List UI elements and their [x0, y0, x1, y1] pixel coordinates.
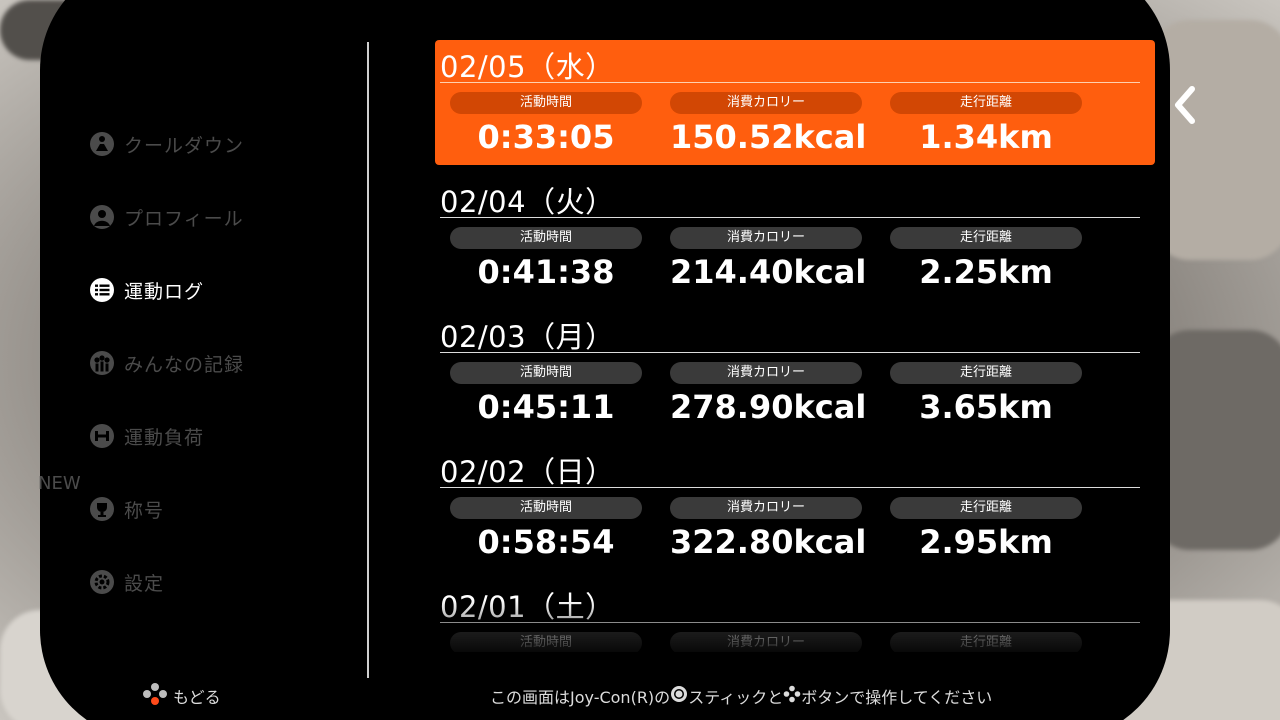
stat-value: 2.95km [919, 523, 1053, 561]
stat-value: 1.34km [919, 118, 1053, 156]
stat-label: 消費カロリー [670, 362, 862, 384]
sidebar-item-everyone-records[interactable]: みんなの記録 [88, 348, 244, 378]
sidebar-divider [367, 42, 369, 678]
stat-value: 3.65km [919, 388, 1053, 426]
stat-distance: 走行距離 2.25km [890, 227, 1082, 291]
hint-text: この画面はJoy-Con(R)の [490, 688, 671, 707]
stat-value: 322.80kcal [670, 523, 867, 561]
sidebar-item-label: みんなの記録 [124, 353, 245, 376]
stat-distance: 走行距離 2.95km [890, 497, 1082, 561]
sidebar-item-label: 運動負荷 [124, 426, 205, 449]
hint-text: スティックと [688, 688, 784, 707]
date-underline [440, 487, 1140, 488]
new-badge: NEW [38, 473, 81, 494]
sidebar-item-label: 称号 [124, 499, 165, 522]
stat-label: 活動時間 [450, 362, 642, 384]
stat-label: 活動時間 [450, 92, 642, 114]
buttons-icon [783, 685, 801, 707]
log-entry[interactable]: 02/03（月） 活動時間 0:45:11 消費カロリー 278.90kcal … [435, 310, 1155, 435]
sidebar-item-exercise-log[interactable]: 運動ログ [88, 275, 204, 305]
stat-active-time: 活動時間 0:33:05 [450, 92, 642, 156]
sidebar-item-label: クールダウン [124, 134, 245, 157]
group-icon [88, 349, 116, 377]
profile-icon [88, 203, 116, 231]
stat-label: 消費カロリー [670, 497, 862, 519]
stat-label: 活動時間 [450, 227, 642, 249]
controls-hint: この画面はJoy-Con(R)の スティックと ボタンで操作してください [490, 684, 992, 708]
list-fade-overlay [435, 600, 1155, 655]
cooldown-icon [88, 130, 116, 158]
trophy-icon [88, 495, 116, 523]
hint-text: ボタンで操作してください [801, 688, 993, 707]
stat-value: 278.90kcal [670, 388, 867, 426]
stat-distance: 走行距離 3.65km [890, 362, 1082, 426]
stat-value: 214.40kcal [670, 253, 867, 291]
sidebar-item-settings[interactable]: 設定 [88, 567, 164, 597]
log-entry[interactable]: 02/05（水） 活動時間 0:33:05 消費カロリー 150.52kcal … [435, 40, 1155, 165]
dpad-icon [142, 682, 168, 710]
gear-icon [88, 568, 116, 596]
sidebar-item-label: 設定 [124, 572, 165, 595]
sidebar-item-cooldown[interactable]: クールダウン [88, 129, 244, 159]
stat-label: 消費カロリー [670, 92, 862, 114]
stat-label: 走行距離 [890, 362, 1082, 384]
back-label: もどる [173, 688, 221, 707]
sidebar-item-label: 運動ログ [124, 280, 205, 303]
log-date: 02/03（月） [440, 320, 615, 354]
stat-value: 150.52kcal [670, 118, 867, 156]
stat-value: 2.25km [919, 253, 1053, 291]
stat-calories: 消費カロリー 278.90kcal [670, 362, 867, 426]
stat-value: 0:33:05 [477, 118, 615, 156]
back-chevron-icon[interactable] [1168, 85, 1204, 125]
back-button[interactable]: もどる [142, 682, 221, 710]
sidebar-item-exercise-load[interactable]: 運動負荷 [88, 421, 204, 451]
stat-label: 走行距離 [890, 497, 1082, 519]
sidebar-item-titles[interactable]: 称号 [88, 494, 164, 524]
stat-value: 0:58:54 [477, 523, 615, 561]
stat-distance: 走行距離 1.34km [890, 92, 1082, 156]
log-date: 02/04（火） [440, 185, 615, 219]
log-date: 02/05（水） [440, 50, 615, 84]
stat-label: 活動時間 [450, 497, 642, 519]
stick-icon [670, 685, 688, 707]
stat-active-time: 活動時間 0:45:11 [450, 362, 642, 426]
date-underline [440, 352, 1140, 353]
stat-calories: 消費カロリー 322.80kcal [670, 497, 867, 561]
stat-calories: 消費カロリー 214.40kcal [670, 227, 867, 291]
dumbbell-icon [88, 422, 116, 450]
log-entry[interactable]: 02/02（日） 活動時間 0:58:54 消費カロリー 322.80kcal … [435, 445, 1155, 570]
stat-label: 消費カロリー [670, 227, 862, 249]
exercise-log-list[interactable]: 02/05（水） 活動時間 0:33:05 消費カロリー 150.52kcal … [435, 40, 1155, 652]
date-underline [440, 217, 1140, 218]
log-entry[interactable]: 02/04（火） 活動時間 0:41:38 消費カロリー 214.40kcal … [435, 175, 1155, 300]
stat-value: 0:45:11 [477, 388, 615, 426]
stat-label: 走行距離 [890, 92, 1082, 114]
stat-value: 0:41:38 [477, 253, 615, 291]
sidebar-item-profile[interactable]: プロフィール [88, 202, 244, 232]
stat-active-time: 活動時間 0:41:38 [450, 227, 642, 291]
stat-label: 走行距離 [890, 227, 1082, 249]
stat-active-time: 活動時間 0:58:54 [450, 497, 642, 561]
log-date: 02/02（日） [440, 455, 615, 489]
log-list-icon [88, 276, 116, 304]
date-underline [440, 82, 1140, 83]
stat-calories: 消費カロリー 150.52kcal [670, 92, 867, 156]
sidebar-item-label: プロフィール [124, 207, 244, 230]
screen: クールダウン プロフィール 運動ログ みんなの記録 運動負荷 NEW 称号 設定… [0, 0, 1280, 720]
